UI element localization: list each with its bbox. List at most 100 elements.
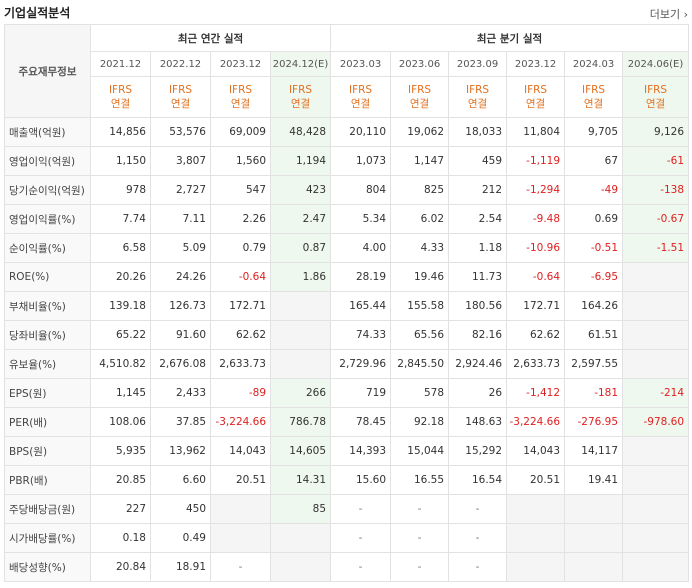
table-cell: 53,576 (150, 117, 211, 147)
table-cell: 6.58 (90, 233, 151, 263)
table-cell: 164.26 (564, 291, 624, 321)
column-date-5: 2023.06 (390, 51, 450, 77)
table-cell: 5,935 (90, 436, 151, 466)
row-label: EPS(원) (4, 378, 91, 408)
table-cell: 0.79 (210, 233, 271, 263)
table-row: PBR(배) 20.85 6.60 20.51 14.31 15.60 16.55 16.54… (4, 465, 690, 495)
table-cell: -978.60 (622, 407, 690, 437)
table-cell: -1,412 (506, 378, 566, 408)
table-cell: 5.09 (150, 233, 211, 263)
table-cell: 2.26 (210, 204, 271, 234)
table-cell (269, 552, 332, 582)
row-label: BPS(원) (4, 436, 91, 466)
table-cell: -0.51 (564, 233, 624, 263)
table-cell: 78.45 (330, 407, 392, 437)
more-link[interactable]: 더보기 › (650, 6, 688, 22)
table-cell: 14,043 (210, 436, 271, 466)
table-cell: 18.91 (150, 552, 211, 582)
table-cell: 91.60 (150, 320, 211, 350)
table-cell: 459 (448, 146, 508, 176)
ifrs-consolidated: 연결 (350, 98, 371, 110)
table-cell: - (330, 523, 392, 553)
table-cell: 11,804 (506, 117, 566, 147)
annual-group-header: 최근 연간 실적 (89, 24, 332, 52)
table-row: EPS(원) 1,145 2,433 -89 266 719 578 26 -1,412 -181… (4, 378, 690, 408)
ifrs-standard: IFRS (288, 84, 313, 96)
table-cell: 24.26 (150, 262, 211, 292)
ifrs-label: IFRS 연결 (269, 76, 332, 118)
column-date-4: 2023.03 (330, 51, 392, 77)
section-header: 기업실적분석 더보기 › (0, 0, 692, 24)
column-date-9: 2024.06(E) (622, 51, 690, 77)
ifrs-consolidated: 연결 (525, 98, 546, 110)
table-cell: 172.71 (506, 291, 566, 321)
ifrs-label: IFRS 연결 (390, 76, 450, 118)
table-cell: 450 (150, 494, 211, 524)
table-cell (622, 494, 690, 524)
table-cell (210, 494, 271, 524)
table-cell: 266 (269, 378, 332, 408)
table-cell: -181 (564, 378, 624, 408)
table-cell (269, 349, 332, 379)
table-cell: 14,856 (90, 117, 151, 147)
table-cell: 4.33 (390, 233, 450, 263)
table-row: 당좌비율(%) 65.22 91.60 62.62 74.33 65.56 82.16 62.… (4, 320, 690, 350)
table-cell: 65.56 (390, 320, 450, 350)
ifrs-label: IFRS 연결 (622, 76, 690, 118)
ifrs-label: IFRS 연결 (564, 76, 624, 118)
table-cell (622, 552, 690, 582)
financial-table: 주요재무정보 최근 연간 실적 최근 분기 실적 2021.12 2022.12 2023… (4, 24, 690, 582)
ifrs-standard: IFRS (523, 84, 548, 96)
table-cell (622, 465, 690, 495)
table-cell: 2,597.55 (564, 349, 624, 379)
table-cell (564, 552, 624, 582)
table-cell: - (448, 523, 508, 553)
table-row: 주당배당금(원) 227 450 85- - - (4, 494, 690, 524)
row-label: 유보율(%) (4, 349, 91, 379)
column-date-1: 2022.12 (150, 51, 211, 77)
table-cell: 3,807 (150, 146, 211, 176)
table-cell: 423 (269, 175, 332, 205)
table-cell: 1,147 (390, 146, 450, 176)
table-cell: 155.58 (390, 291, 450, 321)
ifrs-label: IFRS 연결 (150, 76, 211, 118)
table-cell (622, 262, 690, 292)
table-cell: -3,224.66 (506, 407, 566, 437)
table-row: ROE(%) 20.26 24.26 -0.64 1.86 28.19 19.46 11.73… (4, 262, 690, 292)
table-cell (622, 349, 690, 379)
table-cell: 2,676.08 (150, 349, 211, 379)
table-cell: 2,729.96 (330, 349, 392, 379)
table-cell: - (210, 552, 271, 582)
row-label: 순이익률(%) (4, 233, 91, 263)
ifrs-standard: IFRS (643, 84, 668, 96)
table-cell (564, 494, 624, 524)
table-cell: - (390, 523, 450, 553)
table-cell: -276.95 (564, 407, 624, 437)
table-cell (269, 320, 332, 350)
table-cell (506, 523, 566, 553)
table-cell (269, 523, 332, 553)
table-cell: -6.95 (564, 262, 624, 292)
table-cell: 85 (269, 494, 332, 524)
table-cell: 2,433 (150, 378, 211, 408)
table-row: 영업이익률(%) 7.74 7.11 2.26 2.47 5.34 6.02 2.54 -9.4… (4, 204, 690, 234)
table-cell: 0.18 (90, 523, 151, 553)
table-row: 시가배당률(%) 0.18 0.49- - - (4, 523, 690, 553)
table-cell: 6.60 (150, 465, 211, 495)
ifrs-label: IFRS 연결 (506, 76, 566, 118)
table-cell: 1,150 (90, 146, 151, 176)
table-cell: - (448, 552, 508, 582)
row-label: 당기순이익(억원) (4, 175, 91, 205)
table-cell: 139.18 (90, 291, 151, 321)
ifrs-standard: IFRS (407, 84, 432, 96)
ifrs-consolidated: 연결 (645, 98, 666, 110)
ifrs-standard: IFRS (348, 84, 373, 96)
table-cell: 9,705 (564, 117, 624, 147)
ifrs-standard: IFRS (581, 84, 606, 96)
ifrs-consolidated: 연결 (409, 98, 430, 110)
table-cell: 69,009 (210, 117, 271, 147)
table-cell: 15,292 (448, 436, 508, 466)
row-label: 주당배당금(원) (4, 494, 91, 524)
quarter-group-header: 최근 분기 실적 (330, 24, 690, 52)
more-label[interactable]: 더보기 (650, 8, 680, 21)
